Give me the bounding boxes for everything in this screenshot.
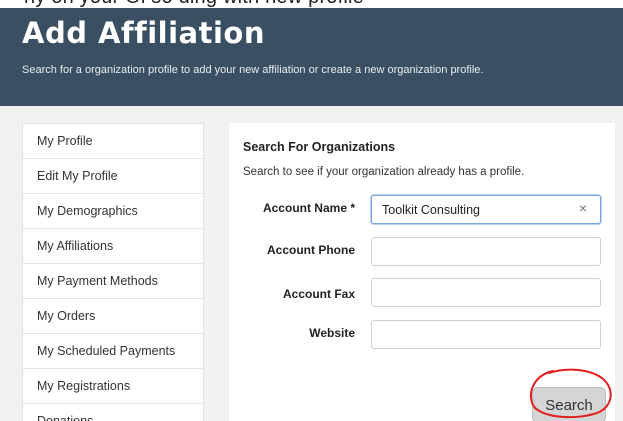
page-subtitle: Search for a organization profile to add… xyxy=(22,64,484,76)
page-header: Add Affiliation Search for a organizatio… xyxy=(0,8,623,106)
account-name-input[interactable] xyxy=(371,195,601,224)
website-input[interactable] xyxy=(371,320,601,349)
sidebar-item-my-registrations[interactable]: My Registrations xyxy=(23,369,203,404)
account-fax-label: Account Fax xyxy=(282,287,355,301)
sidebar-item-my-scheduled-payments[interactable]: My Scheduled Payments xyxy=(23,334,203,369)
account-phone-label: Account Phone xyxy=(266,243,355,257)
sidebar-item-edit-my-profile[interactable]: Edit My Profile xyxy=(23,159,203,194)
clipped-top-text-content: ny on your Oi so ding with new profile xyxy=(24,0,364,8)
account-sidebar: My Profile Edit My Profile My Demographi… xyxy=(22,123,204,421)
search-organizations-card: Search For Organizations Search to see i… xyxy=(229,123,615,421)
account-phone-input[interactable] xyxy=(371,237,601,266)
search-section-title: Search For Organizations xyxy=(243,140,396,154)
clipped-top-text: ny on your Oi so ding with new profile xyxy=(0,0,623,8)
account-name-label: Account Name * xyxy=(262,201,355,215)
search-button[interactable]: Search xyxy=(532,387,606,421)
search-section-description: Search to see if your organization alrea… xyxy=(243,166,525,178)
clear-icon[interactable]: × xyxy=(574,197,592,219)
main-content: My Profile Edit My Profile My Demographi… xyxy=(0,106,623,421)
page-title: Add Affiliation xyxy=(22,16,265,50)
sidebar-item-my-payment-methods[interactable]: My Payment Methods xyxy=(23,264,203,299)
sidebar-item-donations[interactable]: Donations xyxy=(23,404,203,421)
account-fax-input[interactable] xyxy=(371,278,601,307)
sidebar-item-my-affiliations[interactable]: My Affiliations xyxy=(23,229,203,264)
sidebar-item-my-demographics[interactable]: My Demographics xyxy=(23,194,203,229)
website-label: Website xyxy=(309,326,355,340)
sidebar-item-my-profile[interactable]: My Profile xyxy=(23,124,203,159)
sidebar-item-my-orders[interactable]: My Orders xyxy=(23,299,203,334)
